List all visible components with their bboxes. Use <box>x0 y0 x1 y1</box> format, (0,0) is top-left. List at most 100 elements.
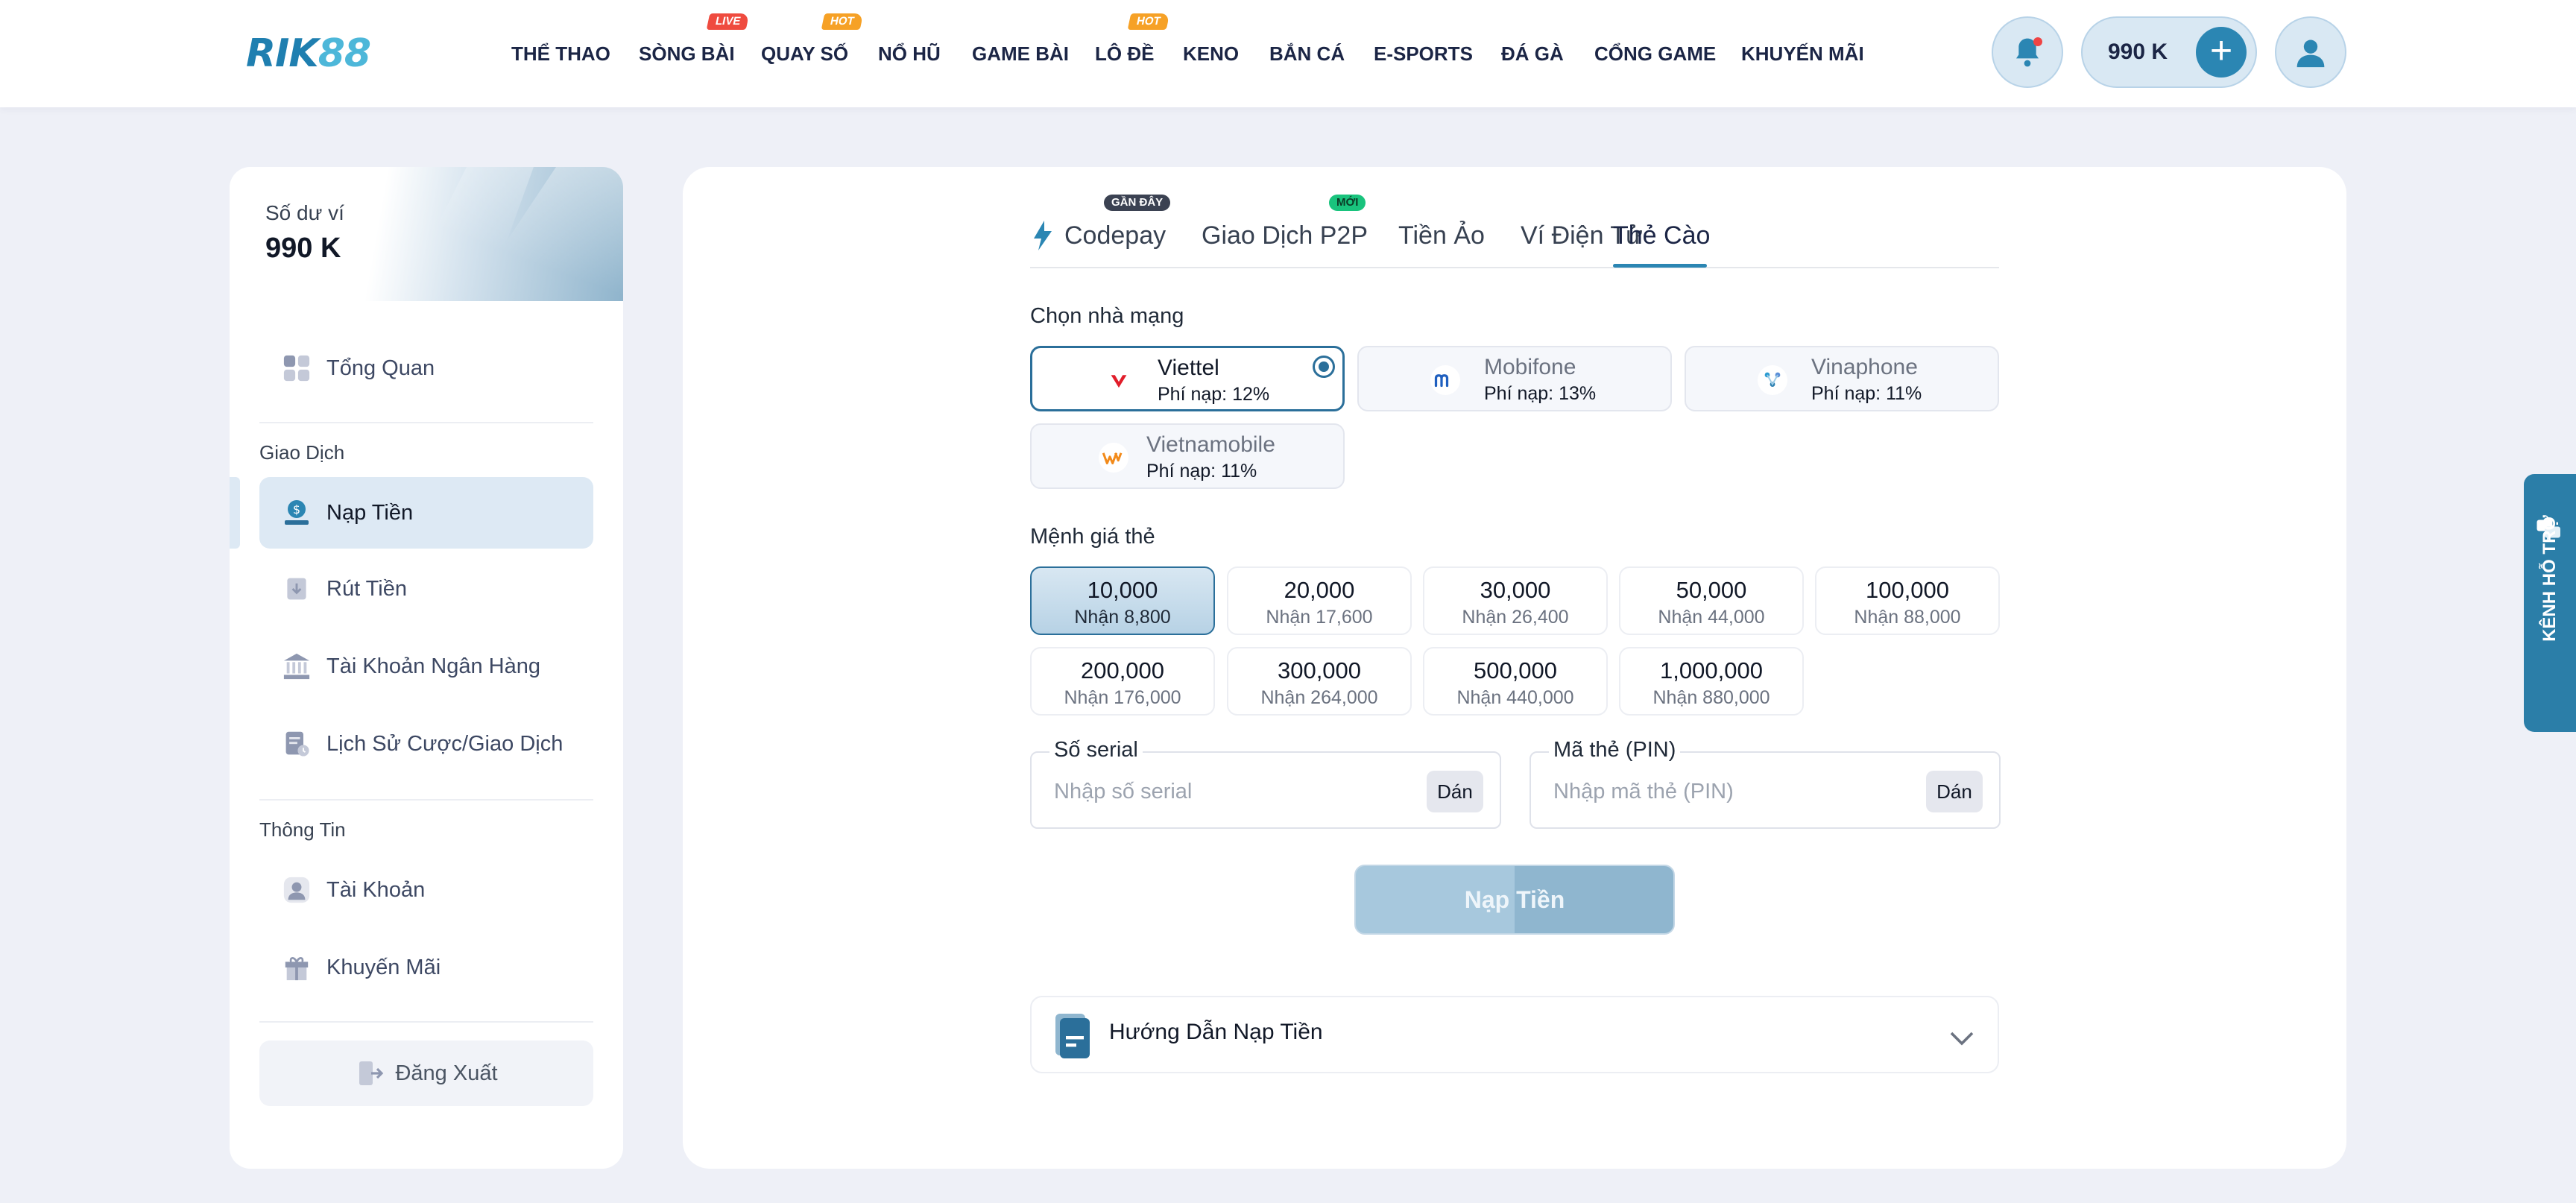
sidebar-item-label: Lịch Sử Cược/Giao Dịch <box>326 731 564 756</box>
deposit-icon: $ <box>280 496 313 529</box>
balance-pill[interactable]: 990 K + <box>2081 16 2257 88</box>
denomination-receive: Nhận 26,400 <box>1462 607 1569 628</box>
deposit-submit-button[interactable]: Nạp Tiền <box>1354 865 1675 935</box>
nav-casino[interactable]: SÒNG BÀI LIVE <box>639 13 750 69</box>
nav-keno[interactable]: KENO <box>1183 39 1239 69</box>
denomination-option[interactable]: 10,000 Nhận 8,800 <box>1030 566 1215 635</box>
gift-icon <box>280 951 313 984</box>
pin-input[interactable] <box>1553 774 1896 809</box>
carrier-option-vietnamobile[interactable]: Vietnamobile Phí nạp: 11% <box>1030 423 1345 489</box>
nav-label: KENO <box>1183 42 1240 65</box>
serial-label: Số serial <box>1049 736 1143 763</box>
sidebar-item-label: Tài Khoản <box>326 877 426 902</box>
denomination-option[interactable]: 200,000 Nhận 176,000 <box>1030 647 1215 716</box>
serial-input[interactable] <box>1054 774 1397 809</box>
sidebar-item-bank-account[interactable]: Tài Khoản Ngân Hàng <box>259 631 593 702</box>
header-balance: 990 K <box>2108 40 2168 64</box>
nav-jackpot[interactable]: NỔ HŨ <box>878 39 941 69</box>
nav-lode[interactable]: LÔ ĐỀ HOT <box>1095 13 1169 69</box>
logout-button[interactable]: Đăng Xuất <box>259 1041 593 1106</box>
paste-pin-button[interactable]: Dán <box>1926 771 1983 812</box>
denomination-receive: Nhận 44,000 <box>1658 607 1765 628</box>
tab-crypto[interactable]: Tiền Ảo <box>1398 218 1485 253</box>
denomination-value: 50,000 <box>1676 577 1747 603</box>
denomination-option[interactable]: 50,000 Nhận 44,000 <box>1619 566 1804 635</box>
nav-sports[interactable]: THỂ THAO <box>511 39 610 69</box>
denomination-option[interactable]: 30,000 Nhận 26,400 <box>1423 566 1608 635</box>
nav-label: LÔ ĐỀ <box>1095 42 1155 65</box>
sidebar-item-history[interactable]: Lịch Sử Cược/Giao Dịch <box>259 708 593 780</box>
support-channel-tab[interactable]: KÊNH HỖ TRỢ <box>2524 474 2576 732</box>
top-header: RIK88 THỂ THAO SÒNG BÀI LIVE QUAY SỐ HOT N… <box>0 0 2576 107</box>
carrier-option-vinaphone[interactable]: Vinaphone Phí nạp: 11% <box>1685 346 1999 411</box>
sidebar-item-label: Tổng Quan <box>326 356 435 380</box>
nav-card-games[interactable]: GAME BÀI <box>972 39 1069 69</box>
deposit-panel: Codepay GẦN ĐÂY Giao Dịch P2P MỚI Tiền Ả… <box>683 167 2346 1169</box>
user-icon <box>2296 40 2325 68</box>
denomination-receive: Nhận 88,000 <box>1854 607 1961 628</box>
nav-label: ĐÁ GÀ <box>1501 42 1564 65</box>
carrier-name: Viettel <box>1158 356 1219 380</box>
viettel-logo-icon <box>1104 366 1134 396</box>
tab-label: Codepay <box>1064 221 1167 250</box>
vietnamobile-logo-icon <box>1099 443 1128 473</box>
sidebar-item-promotions[interactable]: Khuyến Mãi <box>259 932 593 1003</box>
tab-label: Tiền Ảo <box>1398 221 1485 250</box>
tab-p2p[interactable]: Giao Dịch P2P <box>1202 218 1368 253</box>
hot-badge: HOT <box>1127 13 1169 30</box>
tab-codepay[interactable]: Codepay <box>1064 218 1166 253</box>
wallet-card: Số dư ví 990 K <box>230 167 623 301</box>
nav-cockfight[interactable]: ĐÁ GÀ <box>1501 39 1564 69</box>
account-sidebar: Số dư ví 990 K Tổng Quan Giao Dịch $ Nạp… <box>230 167 623 1169</box>
denomination-value: 1,000,000 <box>1660 657 1763 683</box>
denomination-option[interactable]: 1,000,000 Nhận 880,000 <box>1619 647 1804 716</box>
chevron-down-icon <box>1950 1032 1974 1046</box>
sidebar-item-label: Tài Khoản Ngân Hàng <box>326 654 540 678</box>
tab-label: Thẻ Cào <box>1613 221 1711 250</box>
denomination-option[interactable]: 300,000 Nhận 264,000 <box>1227 647 1412 716</box>
denomination-receive: Nhận 8,800 <box>1074 607 1171 628</box>
nav-game-portal[interactable]: CỔNG GAME <box>1594 39 1716 69</box>
nav-promotions[interactable]: KHUYẾN MÃI <box>1741 39 1864 69</box>
nav-label: SÒNG BÀI <box>639 42 735 65</box>
paste-serial-button[interactable]: Dán <box>1427 771 1483 812</box>
plus-icon[interactable]: + <box>2196 27 2247 78</box>
carrier-option-mobifone[interactable]: Mobifone Phí nạp: 13% <box>1357 346 1672 411</box>
denomination-option[interactable]: 20,000 Nhận 17,600 <box>1227 566 1412 635</box>
denomination-receive: Nhận 264,000 <box>1260 687 1378 708</box>
denomination-value: 30,000 <box>1480 577 1551 603</box>
sidebar-item-overview[interactable]: Tổng Quan <box>259 332 593 404</box>
withdraw-icon <box>280 572 313 605</box>
denomination-value: 300,000 <box>1277 657 1362 683</box>
nav-label: THỂ THAO <box>511 42 610 65</box>
radio-selected-icon <box>1313 356 1335 378</box>
denomination-receive: Nhận 176,000 <box>1064 687 1181 708</box>
live-badge: LIVE <box>706 13 750 30</box>
carrier-fee: Phí nạp: 12% <box>1158 384 1270 405</box>
sidebar-item-deposit[interactable]: $ Nạp Tiền <box>259 477 593 549</box>
sidebar-item-withdraw[interactable]: Rút Tiền <box>259 553 593 625</box>
notifications-button[interactable] <box>1992 16 2063 88</box>
denomination-receive: Nhận 17,600 <box>1266 607 1373 628</box>
nav-label: E-SPORTS <box>1374 42 1473 65</box>
pin-label: Mã thẻ (PIN) <box>1549 736 1681 763</box>
deposit-guide-accordion[interactable]: Hướng Dẫn Nạp Tiền <box>1030 996 1999 1073</box>
user-button[interactable] <box>2275 16 2346 88</box>
carrier-option-viettel[interactable]: Viettel Phí nạp: 12% <box>1030 346 1345 411</box>
divider <box>259 799 593 801</box>
tab-scratch-card[interactable]: Thẻ Cào <box>1613 218 1710 253</box>
guide-label: Hướng Dẫn Nạp Tiền <box>1109 1020 1323 1044</box>
user-icon <box>280 874 313 906</box>
denomination-option[interactable]: 500,000 Nhận 440,000 <box>1423 647 1608 716</box>
nav-esports[interactable]: E-SPORTS <box>1374 39 1473 69</box>
denomination-option[interactable]: 100,000 Nhận 88,000 <box>1815 566 2000 635</box>
nav-lottery[interactable]: QUAY SỐ HOT <box>761 13 864 69</box>
nav-label: NỔ HŨ <box>878 42 941 65</box>
nav-fishing[interactable]: BẮN CÁ <box>1269 39 1345 69</box>
carrier-fee: Phí nạp: 11% <box>1811 383 1922 404</box>
sidebar-item-account[interactable]: Tài Khoản <box>259 854 593 926</box>
carrier-name: Vinaphone <box>1811 355 1918 379</box>
notification-dot <box>2033 37 2042 46</box>
active-indicator <box>230 477 240 549</box>
dashboard-icon <box>280 352 313 385</box>
